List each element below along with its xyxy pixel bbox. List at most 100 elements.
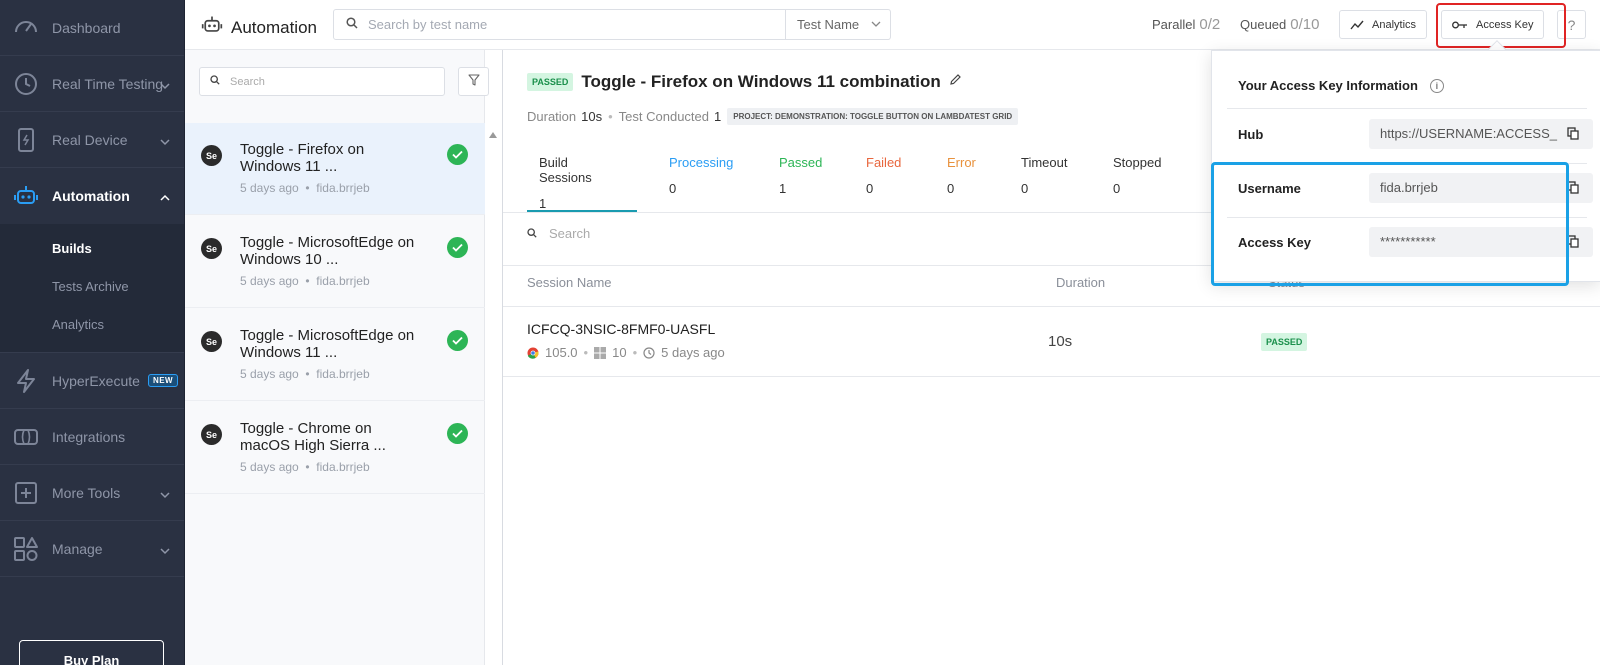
- build-meta: 5 days ago • fida.brrjeb: [240, 181, 370, 195]
- search-type-select[interactable]: Test Name: [785, 10, 890, 39]
- check-circle-icon: [447, 423, 468, 444]
- check-circle-icon: [447, 144, 468, 165]
- session-meta: 105.0 • 10 • 5 days ago: [527, 345, 725, 360]
- chrome-icon: [527, 347, 539, 359]
- build-list-item[interactable]: Se Toggle - MicrosoftEdge on Windows 10 …: [185, 216, 485, 308]
- builds-search-box[interactable]: Search: [199, 67, 445, 96]
- tab-count: 0: [1021, 181, 1029, 196]
- tab-count: 0: [669, 181, 677, 196]
- copy-icon[interactable]: [1567, 127, 1579, 145]
- new-badge: NEW: [147, 374, 179, 387]
- build-list-item[interactable]: Se Toggle - Chrome on macOS High Sierra …: [185, 402, 485, 494]
- build-name: Toggle - Firefox on Windows 11 ...: [240, 141, 365, 175]
- build-list-item[interactable]: Se Toggle - MicrosoftEdge on Windows 11 …: [185, 309, 485, 401]
- column-header-duration[interactable]: Duration: [1056, 275, 1105, 290]
- column-header-session-name[interactable]: Session Name: [527, 275, 612, 290]
- build-name: Toggle - MicrosoftEdge on Windows 11 ...: [240, 327, 415, 361]
- status-badge: PASSED: [1261, 333, 1308, 351]
- sidebar-item-automation[interactable]: Automation: [0, 168, 184, 224]
- tab-label: Processing: [669, 155, 734, 170]
- chevron-up-icon: [160, 190, 170, 206]
- parallel-value: 0/2: [1199, 16, 1221, 33]
- sidebar-item-label: Automation: [52, 188, 130, 204]
- session-name[interactable]: ICFCQ-3NSIC-8FMF0-UASFL: [527, 321, 715, 337]
- search-icon: [210, 75, 220, 88]
- sidebar-subitem-analytics[interactable]: Analytics: [0, 306, 184, 344]
- tab-build-sessions[interactable]: Build Sessions 1: [539, 155, 592, 211]
- sidebar-item-dashboard[interactable]: Dashboard: [0, 0, 184, 56]
- chevron-down-icon: [160, 78, 170, 94]
- sidebar-item-manage[interactable]: Manage: [0, 521, 184, 577]
- chevron-down-icon: [160, 487, 170, 503]
- tab-passed[interactable]: Passed 1: [779, 155, 822, 196]
- queued-counter: Queued 0/10: [1240, 16, 1319, 33]
- pencil-icon[interactable]: [949, 73, 962, 91]
- device-icon: [12, 126, 40, 154]
- tab-count: 1: [539, 196, 547, 211]
- session-time: 5 days ago: [661, 345, 725, 360]
- tab-processing[interactable]: Processing 0: [669, 155, 733, 196]
- buy-plan-button[interactable]: Buy Plan: [19, 640, 164, 665]
- tab-error[interactable]: Error 0: [947, 155, 976, 196]
- session-search-box[interactable]: Search: [527, 226, 590, 241]
- sidebar-item-more-tools[interactable]: More Tools: [0, 465, 184, 521]
- sidebar-item-integrations[interactable]: Integrations: [0, 409, 184, 465]
- sidebar: Dashboard Real Time Testing Real Device …: [0, 0, 185, 665]
- scroll-up-arrow-icon[interactable]: [489, 125, 497, 143]
- tab-label: Stopped: [1113, 155, 1162, 170]
- plus-box-icon: [12, 479, 40, 507]
- credentials-highlight: [1211, 162, 1569, 286]
- separator-dot: •: [632, 345, 638, 360]
- build-list-item[interactable]: Se Toggle - Firefox on Windows 11 ... 5 …: [185, 123, 485, 215]
- tab-label: Passed: [779, 155, 823, 170]
- access-key-highlight: [1436, 3, 1566, 48]
- chevron-down-icon: [871, 17, 881, 32]
- builds-search-input[interactable]: Search: [230, 76, 265, 88]
- parallel-label: Parallel: [1152, 17, 1196, 32]
- test-search-input[interactable]: Search by test name: [368, 17, 785, 32]
- sidebar-item-label: Dashboard: [52, 19, 121, 36]
- analytics-button[interactable]: Analytics: [1339, 10, 1428, 39]
- test-search-box: Search by test name Test Name: [333, 9, 891, 40]
- session-status: PASSED: [1261, 332, 1308, 351]
- session-search-input[interactable]: Search: [549, 226, 590, 241]
- sidebar-item-label: Real Time Testing: [52, 75, 164, 92]
- build-title-row: PASSED Toggle - Firefox on Windows 11 co…: [527, 72, 962, 92]
- robot-icon: [12, 182, 40, 210]
- tab-stopped[interactable]: Stopped 0: [1113, 155, 1161, 196]
- hub-field[interactable]: https://USERNAME:ACCESS_: [1369, 119, 1593, 149]
- chevron-down-icon: [160, 543, 170, 559]
- builds-panel: Search Se Toggle - Firefox on Windows 11…: [185, 50, 489, 665]
- sidebar-subitem-tests-archive[interactable]: Tests Archive: [0, 268, 184, 306]
- build-time: 5 days ago: [240, 460, 299, 474]
- selenium-icon: Se: [201, 331, 222, 352]
- table-row[interactable]: ICFCQ-3NSIC-8FMF0-UASFL 105.0 • 10 • 5 d…: [503, 307, 1600, 377]
- tab-label: Timeout: [1021, 155, 1068, 170]
- build-user: fida.brrjeb: [316, 274, 370, 288]
- check-circle-icon: [447, 330, 468, 351]
- sidebar-item-real-time-testing[interactable]: Real Time Testing: [0, 56, 184, 112]
- analytics-label: Analytics: [1372, 18, 1417, 31]
- queued-label: Queued: [1240, 17, 1287, 32]
- robot-icon: [201, 14, 223, 41]
- popover-title: Your Access Key Information i: [1238, 78, 1444, 93]
- filter-button[interactable]: [458, 67, 489, 96]
- popover-title-text: Your Access Key Information: [1238, 78, 1418, 93]
- sidebar-item-hyperexecute[interactable]: HyperExecute NEW: [0, 353, 184, 409]
- integrations-icon: [12, 423, 40, 451]
- tab-failed[interactable]: Failed 0: [866, 155, 901, 196]
- os-version: 10: [612, 345, 627, 360]
- info-icon[interactable]: i: [1429, 78, 1444, 93]
- tab-timeout[interactable]: Timeout 0: [1021, 155, 1067, 196]
- separator-dot: •: [583, 345, 589, 360]
- sidebar-subitem-builds[interactable]: Builds: [0, 230, 184, 268]
- sidebar-item-real-device[interactable]: Real Device: [0, 112, 184, 168]
- hub-row: Hub https://USERNAME:ACCESS_: [1227, 109, 1593, 161]
- search-icon: [346, 17, 358, 32]
- selenium-icon: Se: [201, 238, 222, 259]
- top-bar: Automation Search by test name Test Name…: [185, 0, 1600, 50]
- conducted-label: Test Conducted: [618, 109, 710, 124]
- browser-version: 105.0: [545, 345, 578, 360]
- conducted-value: 1: [714, 109, 722, 124]
- build-user: fida.brrjeb: [316, 460, 370, 474]
